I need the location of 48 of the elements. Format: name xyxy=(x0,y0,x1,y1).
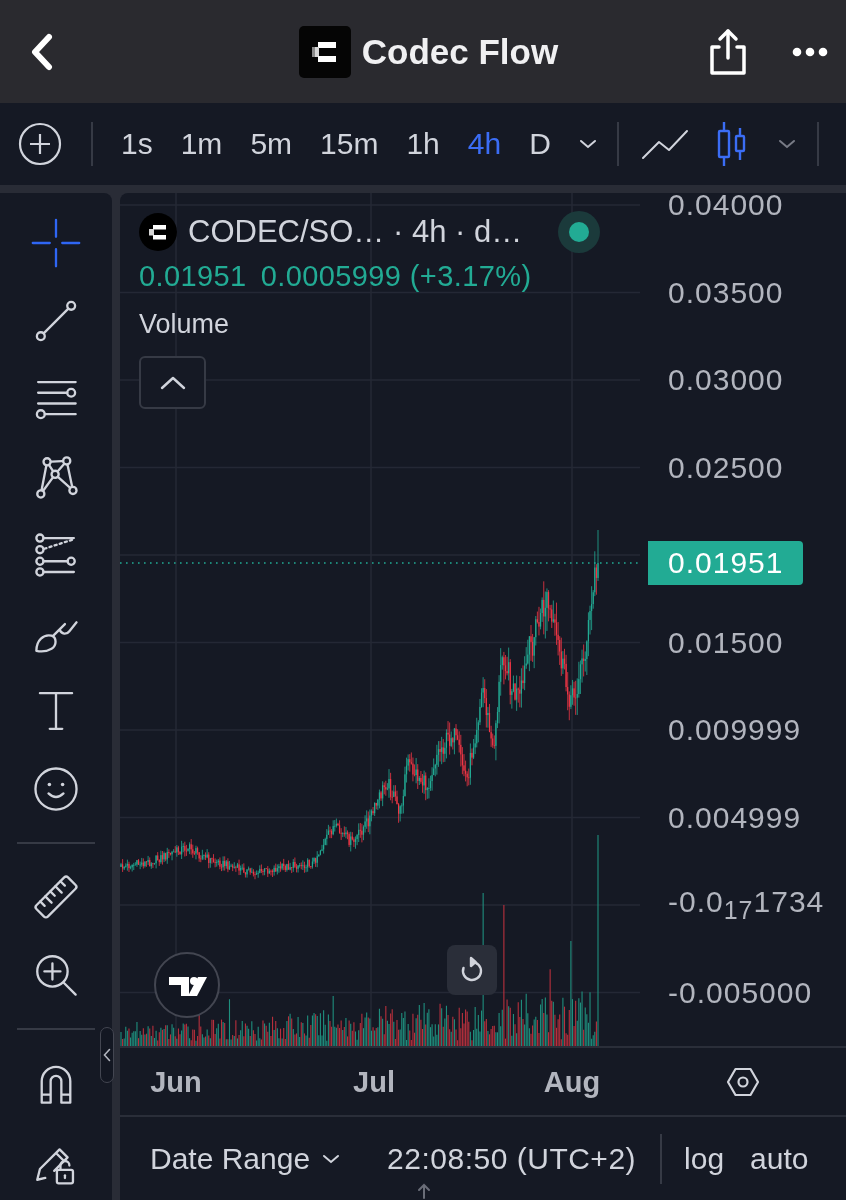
price-change-value: 0.0005999 (+3.17%) xyxy=(260,260,532,293)
scale-option-button[interactable]: auto xyxy=(750,1141,809,1176)
settings-icon[interactable] xyxy=(726,1065,760,1098)
price-axis-label: 0.01500 xyxy=(668,625,784,660)
price-axis-label: 0.009999 xyxy=(668,712,802,748)
legend-collapse-button[interactable] xyxy=(139,356,206,409)
candlestick-icon[interactable] xyxy=(715,121,748,167)
indicator-label[interactable]: Volume xyxy=(139,309,230,340)
symbol-title[interactable]: CODEC/SO… · 4h · d… xyxy=(188,214,523,250)
share-icon[interactable] xyxy=(708,27,748,76)
interval-tab[interactable]: 1m xyxy=(166,127,237,161)
interval-tab[interactable]: 5m xyxy=(236,127,307,161)
line-chart-icon[interactable] xyxy=(640,128,689,160)
logo-icon[interactable] xyxy=(154,952,220,1018)
add-icon[interactable] xyxy=(18,122,62,166)
smiley-icon[interactable] xyxy=(31,764,81,814)
price-axis-label: -0.005000 xyxy=(668,975,813,1010)
time-axis-label: Jul xyxy=(353,1065,395,1098)
arrow-up-icon[interactable] xyxy=(416,1183,432,1199)
price-axis-label: 0.02500 xyxy=(668,450,784,485)
time-axis-label: Jun xyxy=(150,1065,202,1098)
time-axis-label: Aug xyxy=(543,1065,601,1098)
price-axis-label: 0.03000 xyxy=(668,362,784,398)
price-axis-label: 0.04000 xyxy=(668,187,784,223)
interval-tab[interactable]: 1h xyxy=(392,127,454,161)
logo-icon xyxy=(298,25,351,78)
reset-button[interactable] xyxy=(447,945,497,995)
price-axis-label: -0.0$_{17}$1734 xyxy=(668,885,825,925)
last-price-label: 0.01951 xyxy=(648,541,804,585)
time-zone-clock[interactable]: 22:08:50 (UTC+2) xyxy=(387,1141,637,1176)
more-icon[interactable] xyxy=(792,46,828,57)
caret-up-icon xyxy=(159,375,186,390)
scale-option-button[interactable]: log xyxy=(684,1141,725,1176)
logo-icon xyxy=(139,213,177,251)
interval-tab[interactable]: D xyxy=(515,127,565,161)
chevron-left-icon xyxy=(103,1048,111,1062)
date-range-button[interactable]: Date Range xyxy=(150,1141,341,1176)
back-icon[interactable] xyxy=(29,32,55,71)
price-axis-label: 0.03500 xyxy=(668,275,784,310)
caret-down-icon xyxy=(322,1153,341,1164)
interval-tab[interactable]: 4h xyxy=(453,127,516,161)
last-price-value: 0.01951 xyxy=(139,260,247,293)
interval-tab[interactable]: 1s xyxy=(107,127,167,161)
interval-tab[interactable]: 15m xyxy=(306,127,393,161)
panel-collapse-button[interactable] xyxy=(100,1027,114,1083)
price-axis-label: 0.004999 xyxy=(668,800,802,835)
crosshair-icon[interactable] xyxy=(31,218,81,268)
app-title: Codec Flow xyxy=(361,31,559,72)
